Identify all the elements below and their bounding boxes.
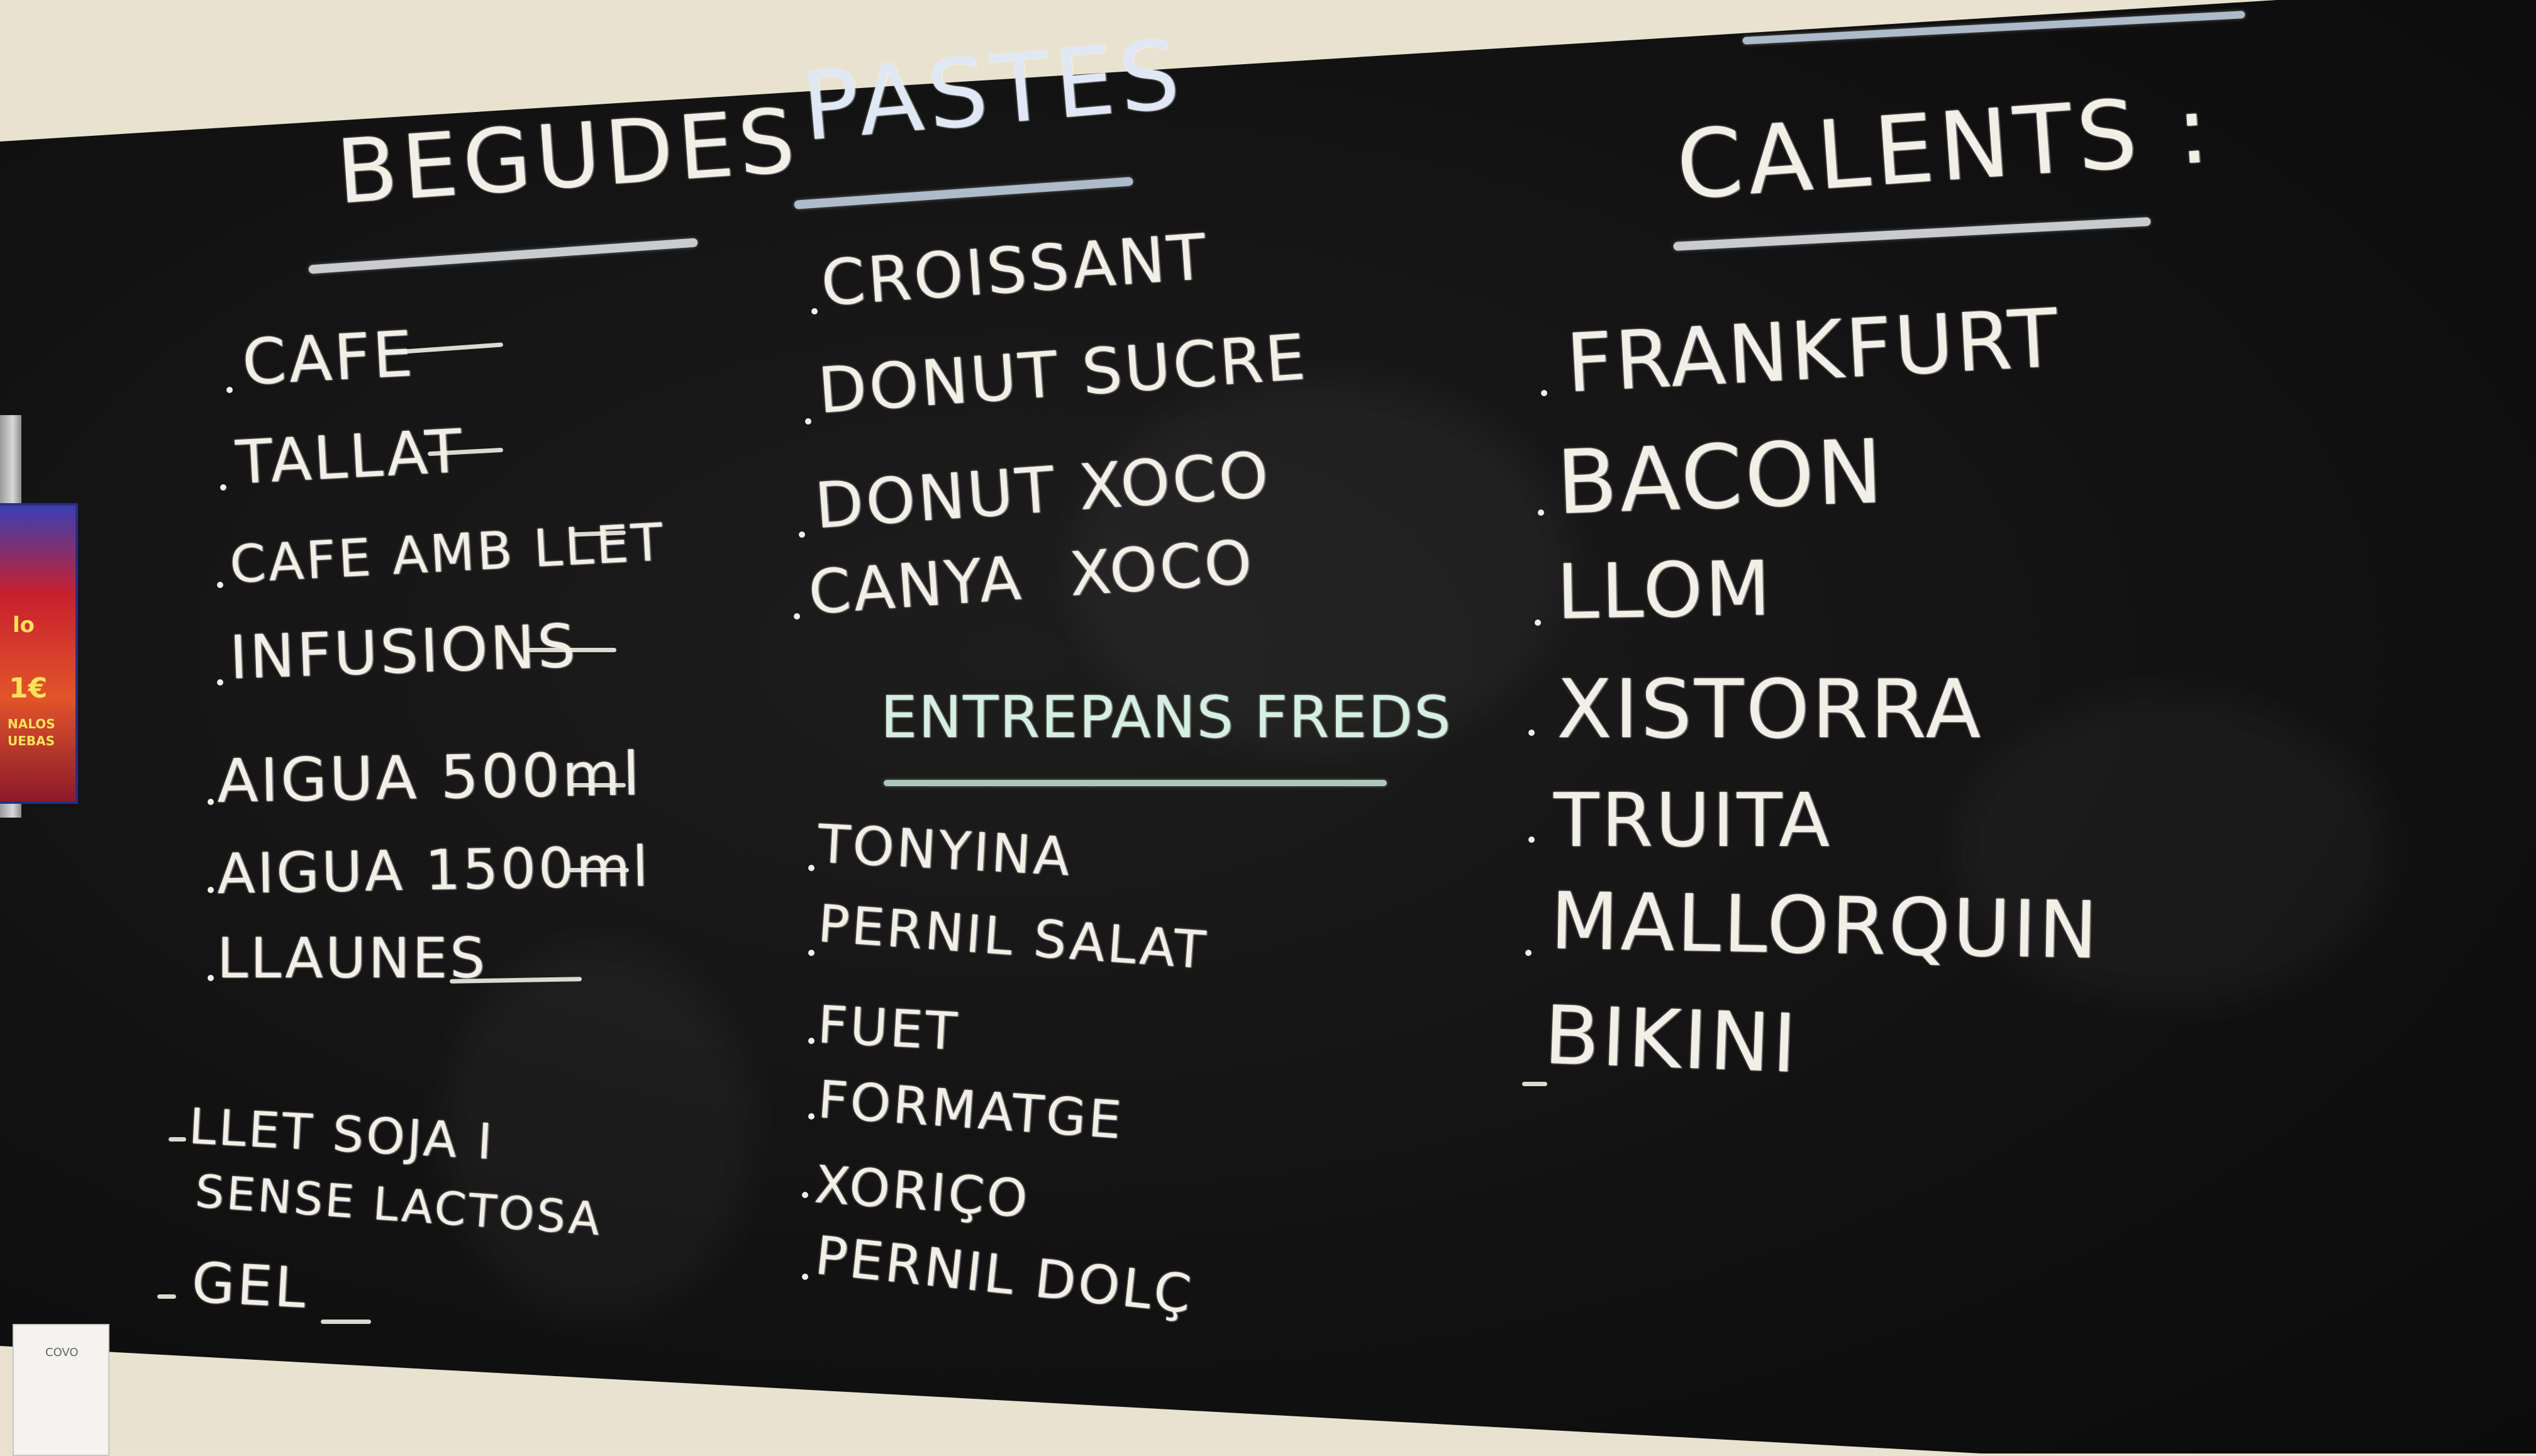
poster-line-1: lo — [13, 613, 35, 638]
list-item: TONYINA — [816, 813, 1074, 888]
list-item: FUET — [816, 995, 961, 1062]
entrepans-freds-title: ENTREPANS FREDS — [881, 684, 1452, 751]
list-item: LLAUNES — [217, 926, 487, 991]
list-item: MALLORQUIN — [1549, 875, 2101, 977]
list-item: XISTORRA — [1557, 663, 1983, 757]
promo-poster: lo 1€ NALOS UEBAS — [0, 503, 78, 804]
list-item: TALLAT — [234, 416, 466, 498]
list-item: INFUSIONS — [228, 611, 579, 693]
poster-line-4: UEBAS — [8, 733, 55, 748]
list-item: LLOM — [1555, 545, 1774, 636]
entrepans-freds-underline — [884, 780, 1387, 786]
card-label: COVO — [45, 1346, 79, 1359]
list-item: TRUITA — [1554, 777, 1832, 864]
poster-line-2: 1€ — [9, 672, 48, 704]
list-item: GEL — [190, 1250, 310, 1321]
list-item: XORIÇO — [813, 1155, 1032, 1230]
list-item: BIKINI — [1542, 988, 1801, 1092]
list-item: CAFE — [240, 316, 417, 400]
poster-line-3: NALOS — [8, 716, 55, 731]
white-card — [13, 1324, 109, 1456]
list-item: BACON — [1555, 420, 1887, 535]
list-item: AIGUA 500ml — [216, 740, 643, 816]
list-item: FRANKFURT — [1564, 291, 2063, 411]
